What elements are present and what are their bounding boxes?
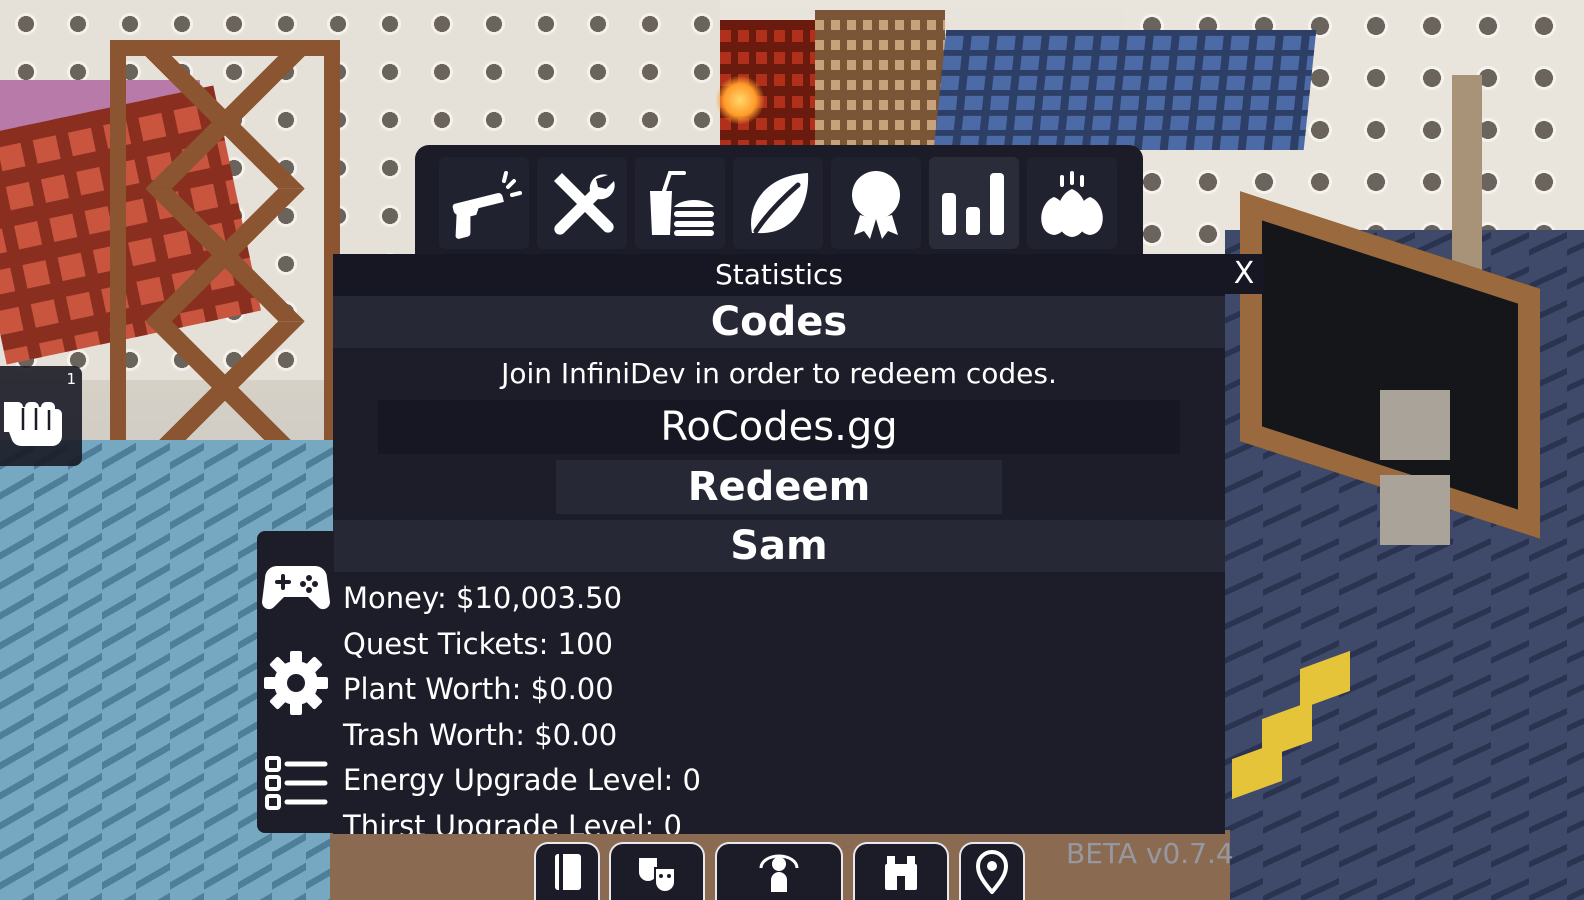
statistics-panel: Statistics Codes Join InfiniDev in order…: [333, 254, 1225, 834]
stat-thirst-upgrade: Thirst Upgrade Level: 0: [343, 808, 682, 835]
games-button[interactable]: [259, 543, 332, 623]
map-pin-icon: [975, 850, 1009, 894]
settings-button[interactable]: [259, 643, 332, 723]
tab-plants[interactable]: [733, 157, 823, 249]
food-drink-icon: [650, 171, 714, 236]
gamepad-icon: [261, 566, 330, 610]
player-name-heading: Sam: [333, 520, 1225, 572]
tab-economy[interactable]: [1027, 157, 1117, 249]
version-label: BETA v0.7.4: [1066, 837, 1234, 870]
money-bags-icon: [1041, 171, 1103, 237]
book-icon: [555, 854, 581, 894]
shop-icon: [885, 856, 917, 890]
redeem-button[interactable]: Redeem: [556, 460, 1002, 514]
tab-weapons[interactable]: [439, 157, 529, 249]
codes-heading: Codes: [333, 296, 1225, 348]
quests-button[interactable]: [259, 743, 332, 823]
panel-title: Statistics: [333, 254, 1225, 296]
tab-achievements[interactable]: [831, 157, 921, 249]
stat-plant-worth: Plant Worth: $0.00: [343, 672, 614, 706]
bar-chart-icon: [942, 173, 1004, 235]
player-stats-list: Money: $10,003.50 Quest Tickets: 100 Pla…: [343, 576, 1203, 834]
avatar-button[interactable]: [715, 842, 843, 900]
side-menu: [257, 531, 334, 833]
tan-tower: [815, 10, 945, 150]
stat-quest-tickets: Quest Tickets: 100: [343, 626, 613, 661]
code-input[interactable]: [378, 400, 1180, 454]
stat-energy-upgrade: Energy Upgrade Level: 0: [343, 763, 701, 797]
stat-trash-worth: Trash Worth: $0.00: [343, 717, 618, 752]
tab-tools[interactable]: [537, 157, 627, 249]
codes-note: Join InfiniDev in order to redeem codes.: [501, 357, 1057, 390]
fist-icon: [4, 402, 62, 447]
person-rotate-icon: [759, 854, 799, 892]
award-ribbon-icon: [852, 171, 900, 239]
punch-count: 1: [66, 370, 76, 388]
masks-icon: [639, 858, 676, 893]
leaf-icon: [751, 173, 809, 234]
punch-tool-slot[interactable]: 1: [0, 366, 82, 466]
map-button[interactable]: [959, 842, 1025, 900]
gear-icon: [263, 651, 328, 715]
fire-glow: [715, 75, 765, 125]
tab-statistics[interactable]: [929, 157, 1019, 249]
wooden-scaffold: [110, 40, 340, 470]
shop-button[interactable]: [853, 842, 949, 900]
journal-button[interactable]: [534, 842, 600, 900]
revolver-icon: [452, 171, 522, 239]
grey-blocks: [1380, 390, 1530, 550]
category-tab-bar: [415, 145, 1143, 257]
tab-food[interactable]: [635, 157, 725, 249]
close-button[interactable]: X: [1224, 254, 1264, 294]
blue-rooftop: [933, 30, 1317, 150]
tools-icon: [554, 173, 615, 235]
wooden-pole: [1452, 75, 1482, 275]
list-icon: [264, 756, 327, 810]
emotes-button[interactable]: [609, 842, 705, 900]
stat-money: Money: $10,003.50: [343, 581, 623, 615]
